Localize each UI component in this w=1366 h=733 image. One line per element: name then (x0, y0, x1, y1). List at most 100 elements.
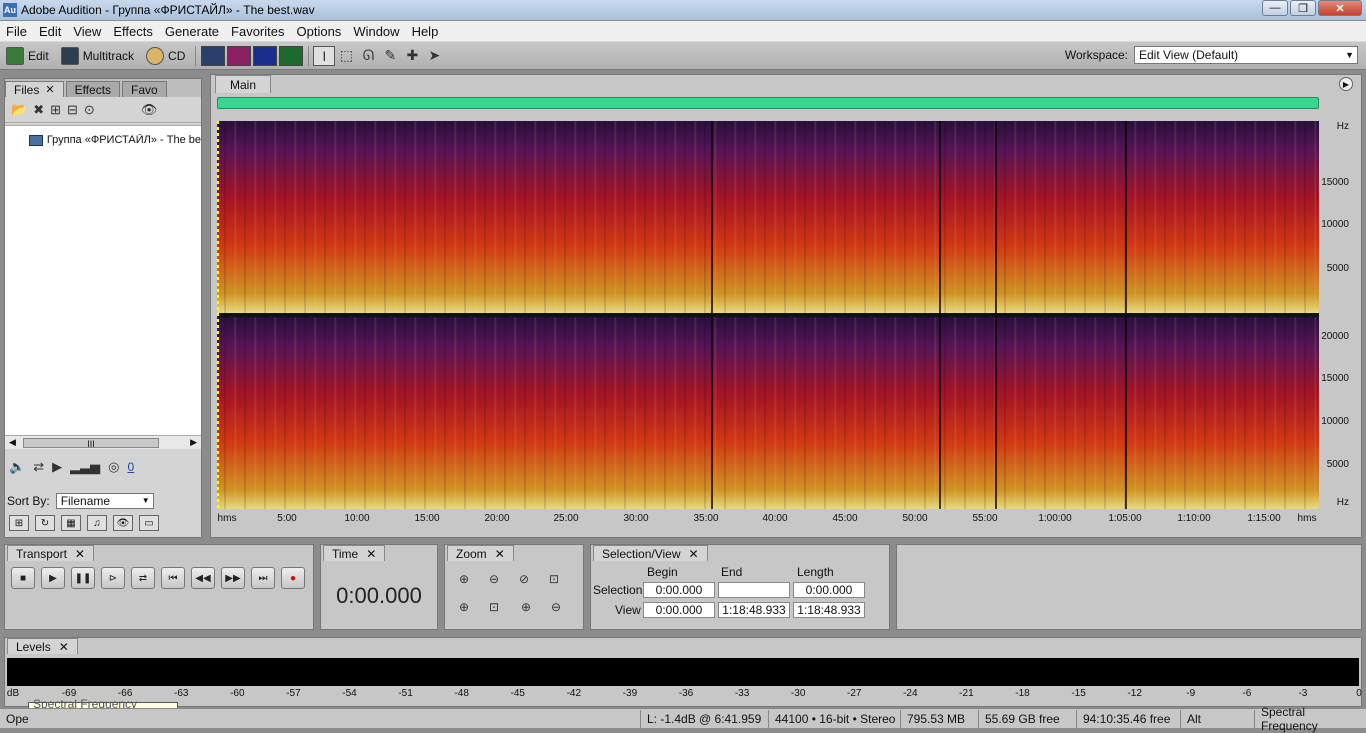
scrollbar-thumb[interactable]: III (23, 437, 159, 449)
fast-forward-button[interactable]: ▶▶ (221, 567, 245, 589)
volume-knob[interactable]: ◎ (108, 459, 119, 475)
rewind-button[interactable]: ◀◀ (191, 567, 215, 589)
go-to-start-button[interactable]: ⏮ (161, 567, 185, 589)
spectral-pan-view-button[interactable] (253, 45, 278, 66)
spectral-frequency-view-button[interactable] (227, 45, 252, 66)
close-icon[interactable]: ✕ (59, 640, 69, 654)
scrub-tool-icon[interactable]: ➤ (423, 46, 445, 66)
time-ruler[interactable]: hms 5:00 10:00 15:00 20:00 25:00 30:00 3… (217, 513, 1319, 527)
auto-play-icon[interactable]: 🔈 (9, 459, 25, 475)
view-begin-field[interactable]: 0:00.000 (643, 602, 715, 618)
menu-edit[interactable]: Edit (33, 24, 67, 39)
volume-value[interactable]: 0 (127, 460, 134, 474)
tab-zoom[interactable]: Zoom ✕ (447, 545, 514, 561)
time-selection-tool-icon[interactable]: I (313, 45, 336, 66)
play-icon[interactable]: ▶ (52, 459, 62, 475)
menu-help[interactable]: Help (406, 24, 445, 39)
level-tick: -54 (342, 688, 357, 699)
menu-view[interactable]: View (67, 24, 107, 39)
show-options-icon[interactable]: 👁 (141, 102, 158, 118)
tab-files[interactable]: Files ✕ (5, 81, 64, 97)
tab-files-label: Files (14, 82, 40, 97)
zoom-to-selection-icon[interactable]: ⊡ (543, 569, 565, 589)
tab-selection-view[interactable]: Selection/View ✕ (593, 545, 708, 561)
selection-begin-field[interactable]: 0:00.000 (643, 582, 715, 598)
view-end-field[interactable]: 1:18:48.933 (718, 602, 790, 618)
show-loop-icon[interactable]: ↻ (35, 515, 55, 531)
tab-main[interactable]: Main (215, 75, 272, 93)
tab-selection-view-label: Selection/View (602, 546, 681, 561)
file-list-scrollbar[interactable]: ◀ III ▶ (5, 435, 201, 449)
close-icon[interactable]: ✕ (366, 547, 376, 561)
scroll-right-icon[interactable]: ▶ (190, 437, 197, 448)
zoom-out-vertical-icon[interactable]: ⊖ (545, 597, 567, 617)
zoom-out-full-icon[interactable]: ⊘ (513, 569, 535, 589)
show-cue-icon[interactable]: ▭ (139, 515, 159, 531)
status-message: Ope (6, 711, 29, 726)
brush-tool-icon[interactable]: ✎ (379, 46, 401, 66)
lasso-tool-icon[interactable]: ᘏ (357, 46, 379, 66)
menu-window[interactable]: Window (347, 24, 405, 39)
menu-file[interactable]: File (0, 24, 33, 39)
spot-healing-tool-icon[interactable]: ✚ (401, 46, 423, 66)
zoom-to-right-edge-icon[interactable]: ⊡ (483, 597, 505, 617)
import-file-icon[interactable]: 📂 (11, 102, 27, 118)
insert-multitrack-icon[interactable]: ⊞ (50, 102, 61, 118)
edit-view-button[interactable]: Edit (0, 45, 55, 67)
show-audio-icon[interactable]: ⊞ (9, 515, 29, 531)
play-button[interactable]: ▶ (41, 567, 65, 589)
multitrack-view-button[interactable]: Multitrack (55, 45, 140, 67)
close-icon[interactable]: ✕ (75, 547, 85, 561)
panel-menu-icon[interactable]: ▶ (1339, 77, 1353, 91)
menu-options[interactable]: Options (291, 24, 348, 39)
edit-file-icon[interactable]: ⊙ (84, 102, 95, 118)
zoom-in-vertical-icon[interactable]: ⊕ (515, 597, 537, 617)
spectral-display[interactable] (217, 121, 1319, 509)
tab-transport[interactable]: Transport ✕ (7, 545, 94, 561)
play-from-cursor-button[interactable]: ⊳ (101, 567, 125, 589)
zoom-in-horizontal-icon[interactable]: ⊕ (453, 569, 475, 589)
workspace-dropdown[interactable]: Edit View (Default) (1134, 46, 1358, 64)
waveform-view-button[interactable] (201, 45, 226, 66)
selection-length-field[interactable]: 0:00.000 (793, 582, 865, 598)
selection-end-field[interactable] (718, 582, 790, 598)
stop-button[interactable]: ■ (11, 567, 35, 589)
left-channel-spectrogram[interactable] (217, 121, 1319, 313)
maximize-button[interactable]: ❐ (1290, 0, 1316, 16)
pause-button[interactable]: ❚❚ (71, 567, 95, 589)
marquee-tool-icon[interactable]: ⬚ (335, 46, 357, 66)
sort-by-dropdown[interactable]: Filename (55, 493, 154, 509)
record-button[interactable]: ● (281, 567, 305, 589)
zoom-out-horizontal-icon[interactable]: ⊖ (483, 569, 505, 589)
loop-button[interactable]: ⇄ (131, 567, 155, 589)
tab-time[interactable]: Time ✕ (323, 545, 386, 561)
show-video-icon[interactable]: ▦ (61, 515, 81, 531)
close-icon[interactable]: ✕ (495, 547, 505, 561)
right-channel-spectrogram[interactable] (217, 317, 1319, 509)
loop-icon[interactable]: ⇄ (33, 459, 44, 475)
tab-favorites[interactable]: Favo (122, 81, 167, 97)
close-icon[interactable]: ✕ (45, 83, 54, 96)
overview-bar[interactable] (217, 97, 1319, 109)
menu-favorites[interactable]: Favorites (225, 24, 290, 39)
go-to-end-button[interactable]: ⏭ (251, 567, 275, 589)
tab-levels[interactable]: Levels ✕ (7, 638, 78, 654)
show-full-path-icon[interactable]: 👁 (113, 515, 133, 531)
menu-effects[interactable]: Effects (107, 24, 159, 39)
list-item[interactable]: Группа «ФРИСТАЙЛ» - The be (29, 134, 201, 146)
close-icon[interactable]: ✕ (689, 547, 699, 561)
close-button[interactable]: ✕ (1318, 0, 1362, 16)
minimize-button[interactable]: — (1262, 0, 1288, 16)
zoom-to-left-edge-icon[interactable]: ⊕ (453, 597, 475, 617)
playhead-cursor[interactable] (217, 121, 219, 509)
cd-view-button[interactable]: CD (140, 45, 191, 67)
show-midi-icon[interactable]: ♫ (87, 515, 107, 531)
spectral-phase-view-button[interactable] (279, 45, 304, 66)
menu-generate[interactable]: Generate (159, 24, 225, 39)
scroll-left-icon[interactable]: ◀ (9, 437, 16, 448)
tab-effects[interactable]: Effects (65, 81, 121, 97)
level-tick: 0 (1356, 688, 1362, 699)
insert-cd-icon[interactable]: ⊟ (67, 102, 78, 118)
view-length-field[interactable]: 1:18:48.933 (793, 602, 865, 618)
close-file-icon[interactable]: ✖ (33, 102, 44, 118)
